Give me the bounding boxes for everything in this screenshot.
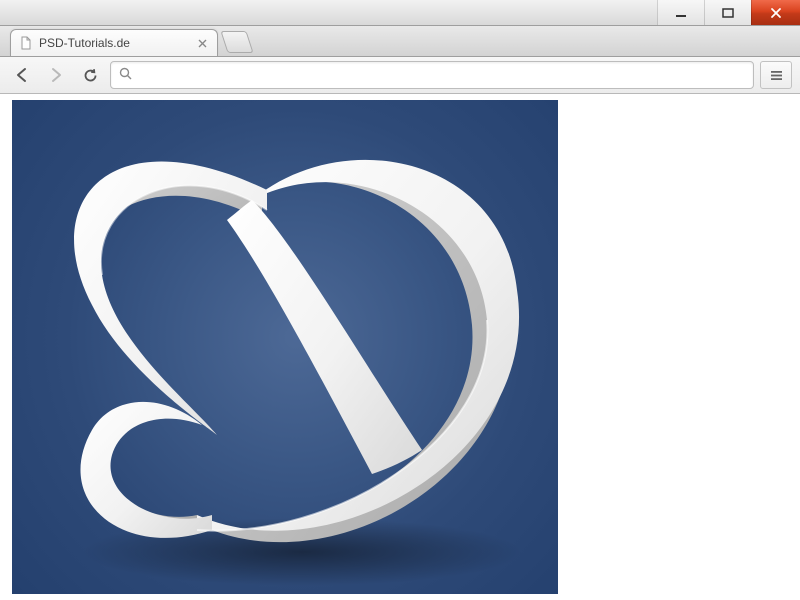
search-icon bbox=[119, 67, 132, 83]
tab-strip: PSD-Tutorials.de bbox=[0, 26, 800, 57]
content-image bbox=[12, 100, 558, 594]
url-input[interactable] bbox=[138, 67, 745, 84]
os-titlebar bbox=[0, 0, 800, 26]
browser-window: PSD-Tutorials.de bbox=[0, 0, 800, 600]
minimize-icon bbox=[675, 7, 687, 19]
new-tab-button[interactable] bbox=[220, 31, 253, 53]
page-content bbox=[12, 100, 558, 594]
main-menu-button[interactable] bbox=[760, 61, 792, 89]
maximize-button[interactable] bbox=[704, 0, 751, 25]
page-viewport[interactable] bbox=[0, 94, 800, 600]
arrow-right-icon bbox=[47, 66, 65, 84]
address-bar[interactable] bbox=[110, 61, 754, 89]
back-button[interactable] bbox=[8, 62, 36, 88]
file-icon bbox=[19, 36, 33, 50]
forward-button[interactable] bbox=[42, 62, 70, 88]
maximize-icon bbox=[722, 7, 734, 19]
navigation-toolbar bbox=[0, 57, 800, 94]
reload-button[interactable] bbox=[76, 62, 104, 88]
minimize-button[interactable] bbox=[657, 0, 704, 25]
reload-icon bbox=[82, 67, 99, 84]
tab-title: PSD-Tutorials.de bbox=[39, 36, 189, 50]
tab-active[interactable]: PSD-Tutorials.de bbox=[10, 29, 218, 56]
tab-close-button[interactable] bbox=[195, 36, 209, 50]
close-icon bbox=[198, 39, 207, 48]
hamburger-icon bbox=[769, 68, 784, 83]
close-button[interactable] bbox=[751, 0, 800, 25]
close-icon bbox=[770, 7, 782, 19]
arrow-left-icon bbox=[13, 66, 31, 84]
